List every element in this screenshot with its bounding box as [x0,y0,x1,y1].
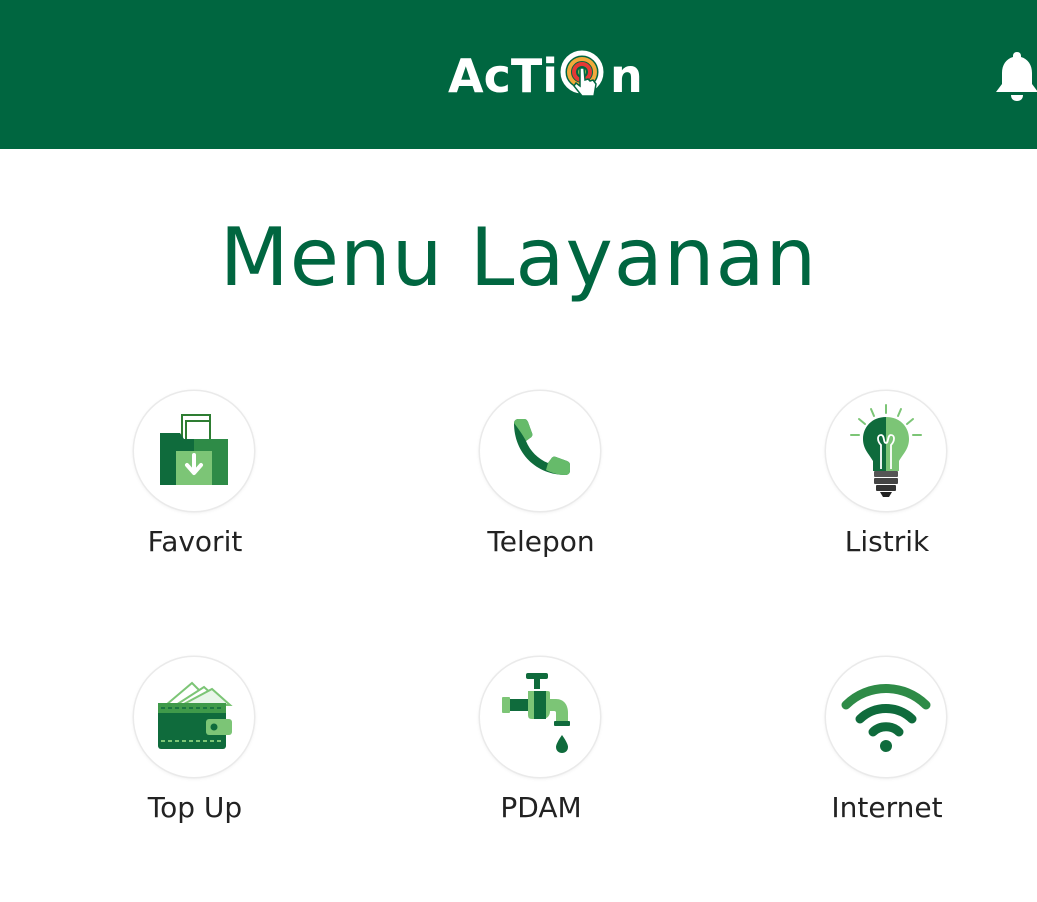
menu-item-icon-circle [480,657,600,777]
menu-item-icon-circle [826,657,946,777]
menu-item-label: Telepon [487,525,595,558]
menu-item-pdam[interactable]: PDAM [421,657,661,837]
lightbulb-icon [850,404,922,497]
menu-item-internet[interactable]: Internet [767,657,1007,837]
menu-item-icon-circle [480,391,600,511]
menu-item-top-up[interactable]: Top Up [75,657,315,837]
wallet-icon [158,681,233,749]
menu-item-label: Top Up [147,791,243,824]
menu-item-icon-circle [826,391,946,511]
phone-icon [514,419,570,475]
menu-item-icon-circle [134,657,254,777]
service-menu-grid: Favorit Telepon Listrik Top Up PDAM Inte… [0,0,1037,902]
menu-item-telepon[interactable]: Telepon [421,391,661,571]
menu-item-label: Internet [831,791,943,824]
menu-item-listrik[interactable]: Listrik [767,391,1007,571]
water-tap-icon [502,673,570,753]
menu-item-label: PDAM [500,791,582,824]
menu-item-label: Favorit [147,525,243,558]
menu-item-icon-circle [134,391,254,511]
menu-item-label: Listrik [844,525,930,558]
folder-download-icon [160,414,228,485]
wifi-icon [841,684,931,752]
menu-item-favorit[interactable]: Favorit [75,391,315,571]
